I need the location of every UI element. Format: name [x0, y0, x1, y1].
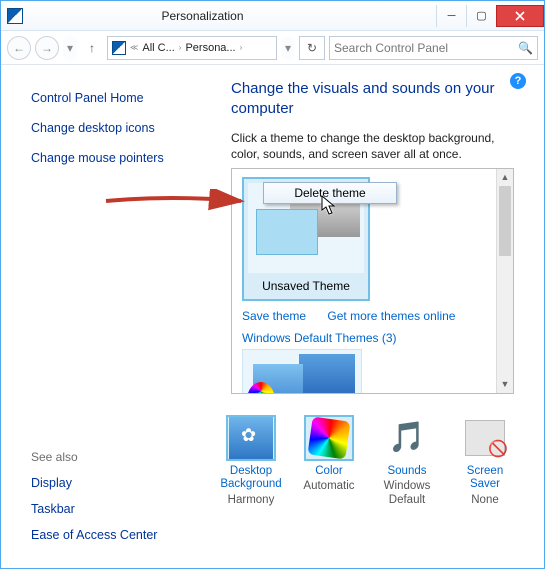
get-themes-online-link[interactable]: Get more themes online	[327, 309, 455, 323]
toolbar: ← → ▾ ↑ ≪ All C... › Persona... › ▾ ↻ Se…	[1, 31, 544, 65]
change-mouse-pointers-link[interactable]: Change mouse pointers	[31, 151, 231, 165]
section-header: Windows Default Themes (3)	[242, 331, 503, 345]
window-title: Personalization	[29, 9, 436, 23]
chevron-right-icon: ›	[240, 43, 243, 52]
forward-button[interactable]: →	[35, 36, 59, 60]
color-item[interactable]: Color Automatic	[296, 415, 362, 508]
desktop-background-item[interactable]: Desktop Background Harmony	[218, 415, 284, 508]
back-button[interactable]: ←	[7, 36, 31, 60]
screen-saver-icon	[465, 420, 505, 456]
sounds-icon: 🎵	[388, 420, 425, 455]
theme-actions: Save theme Get more themes online	[242, 309, 503, 323]
scroll-down-icon[interactable]: ▼	[497, 376, 513, 393]
save-theme-link[interactable]: Save theme	[242, 309, 306, 323]
theme-tile-default[interactable]	[242, 349, 362, 394]
color-icon	[308, 416, 351, 459]
see-also-header: See also	[31, 450, 157, 464]
screen-saver-item[interactable]: Screen Saver None	[452, 415, 518, 508]
taskbar-link[interactable]: Taskbar	[31, 502, 157, 516]
sounds-item[interactable]: 🎵 Sounds Windows Default	[374, 415, 440, 508]
search-icon: 🔍	[518, 41, 533, 55]
minimize-button[interactable]: ─	[436, 5, 466, 27]
search-placeholder: Search Control Panel	[334, 41, 448, 55]
close-button[interactable]	[496, 5, 544, 27]
chevron-icon: ≪	[130, 43, 138, 52]
context-menu-delete-theme[interactable]: Delete theme	[263, 182, 397, 204]
search-input[interactable]: Search Control Panel 🔍	[329, 36, 538, 60]
content-area: Control Panel Home Change desktop icons …	[1, 65, 544, 568]
theme-label: Unsaved Theme	[248, 273, 364, 295]
history-dropdown[interactable]: ▾	[63, 36, 77, 60]
breadcrumb[interactable]: Persona...	[185, 42, 235, 54]
ease-of-access-link[interactable]: Ease of Access Center	[31, 528, 157, 542]
refresh-button[interactable]: ↻	[299, 36, 325, 60]
breadcrumb[interactable]: All C...	[142, 42, 174, 54]
page-heading: Change the visuals and sounds on your co…	[231, 79, 514, 120]
scroll-thumb[interactable]	[499, 186, 511, 256]
settings-row: Desktop Background Harmony Color Automat…	[218, 415, 518, 508]
chevron-right-icon: ›	[179, 43, 182, 52]
window-controls: ─ ▢	[436, 5, 544, 27]
desktop-background-icon	[229, 417, 273, 459]
location-icon	[112, 41, 126, 55]
up-button[interactable]: ↑	[81, 37, 103, 59]
page-description: Click a theme to change the desktop back…	[231, 130, 514, 162]
display-link[interactable]: Display	[31, 476, 157, 490]
address-bar[interactable]: ≪ All C... › Persona... ›	[107, 36, 277, 60]
address-dropdown[interactable]: ▾	[281, 36, 295, 60]
control-panel-home-link[interactable]: Control Panel Home	[31, 91, 231, 105]
titlebar: Personalization ─ ▢	[1, 1, 544, 31]
change-desktop-icons-link[interactable]: Change desktop icons	[31, 121, 231, 135]
app-icon	[7, 8, 23, 24]
see-also: See also Display Taskbar Ease of Access …	[31, 450, 157, 554]
scroll-up-icon[interactable]: ▲	[497, 169, 513, 186]
scrollbar[interactable]: ▲ ▼	[496, 169, 513, 393]
maximize-button[interactable]: ▢	[466, 5, 496, 27]
